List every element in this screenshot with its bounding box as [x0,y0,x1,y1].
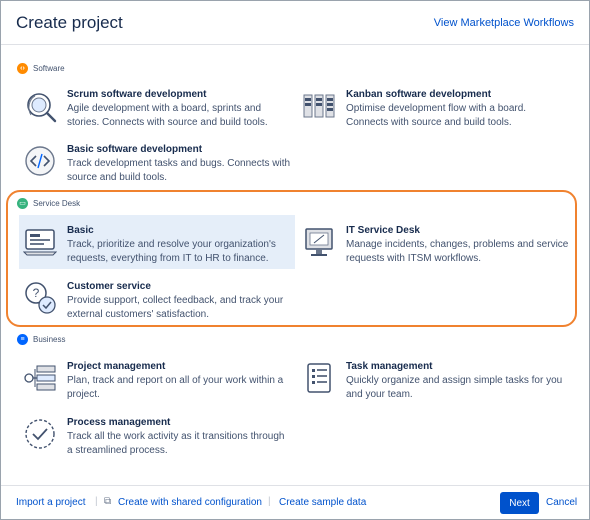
cancel-button[interactable]: Cancel [546,497,577,508]
code-brackets-icon [25,146,55,176]
create-project-dialog: Create project View Marketplace Workflow… [0,0,590,520]
view-marketplace-workflows-link[interactable]: View Marketplace Workflows [434,17,574,29]
laptop-form-icon [23,229,57,256]
template-name: Customer service [67,281,151,292]
template-basic-service-desk[interactable]: Basic Track, prioritize and resolve your… [19,215,295,269]
svg-text:?: ? [33,286,40,300]
template-scrum-software-development[interactable]: Scrum software development Agile develop… [23,89,283,133]
question-bubble-icon: ? [25,282,56,314]
template-description: Track development tasks and bugs. Connec… [67,158,291,183]
template-name: Basic software development [67,144,203,155]
section-label-business: ≡ Business [17,334,65,345]
footer-separator: | [268,496,271,507]
template-name: Basic [67,225,94,236]
kanban-board-icon [303,94,335,118]
template-it-service-desk[interactable]: IT Service Desk Manage incidents, change… [302,225,572,269]
software-code-icon: ‹› [17,63,28,74]
section-label-service-desk: ▭ Service Desk [17,198,80,209]
section-label-software: ‹› Software [17,63,65,74]
create-shared-configuration-link[interactable]: Create with shared configuration [118,497,262,508]
section-software-text: Software [33,64,65,73]
magnifier-loop-icon [27,93,57,123]
template-project-management[interactable]: Project management Plan, track and repor… [23,361,293,405]
dialog-header: Create project View Marketplace Workflow… [1,1,589,45]
checklist-icon [307,363,331,393]
create-sample-data-link[interactable]: Create sample data [279,497,366,508]
template-basic-software-development[interactable]: Basic software development Track develop… [23,144,293,188]
dialog-title: Create project [16,13,123,32]
template-task-management[interactable]: Task management Quickly organize and ass… [302,361,572,405]
template-kanban-software-development[interactable]: Kanban software development Optimise dev… [302,89,572,133]
template-description: Provide support, collect feedback, and t… [67,295,284,320]
template-description: Track, prioritize and resolve your organ… [67,239,276,264]
template-name: IT Service Desk [346,225,420,236]
template-name: Scrum software development [67,89,207,100]
footer-separator: | [95,496,98,507]
monitor-icon [305,228,333,256]
circle-check-icon [25,419,55,449]
template-process-management[interactable]: Process management Track all the work ac… [23,417,293,461]
template-name: Task management [346,361,433,372]
template-name: Process management [67,417,171,428]
template-description: Manage incidents, changes, problems and … [346,239,569,264]
dialog-body: ‹› Software Scrum software development A… [1,45,589,485]
process-steps-icon [24,365,56,391]
template-description: Optimise development flow with a board. … [346,103,527,128]
template-basic-content: Basic Track, prioritize and resolve your… [23,225,287,265]
import-project-link[interactable]: Import a project [16,497,85,508]
dialog-footer: Import a project | ⧉ Create with shared … [1,485,589,520]
section-service-desk-text: Service Desk [33,199,81,208]
shared-config-icon: ⧉ [104,496,112,507]
template-description: Track all the work activity as it transi… [67,431,285,456]
template-description: Plan, track and report on all of your wo… [67,375,284,400]
template-name: Project management [67,361,166,372]
business-icon: ≡ [17,334,28,345]
section-business-text: Business [33,335,66,344]
next-button[interactable]: Next [500,492,539,514]
template-description: Agile development with a board, sprints … [67,103,268,128]
template-description: Quickly organize and assign simple tasks… [346,375,563,400]
service-desk-icon: ▭ [17,198,28,209]
template-customer-service[interactable]: ? Customer service Provide support, coll… [23,281,293,325]
template-name: Kanban software development [346,89,492,100]
